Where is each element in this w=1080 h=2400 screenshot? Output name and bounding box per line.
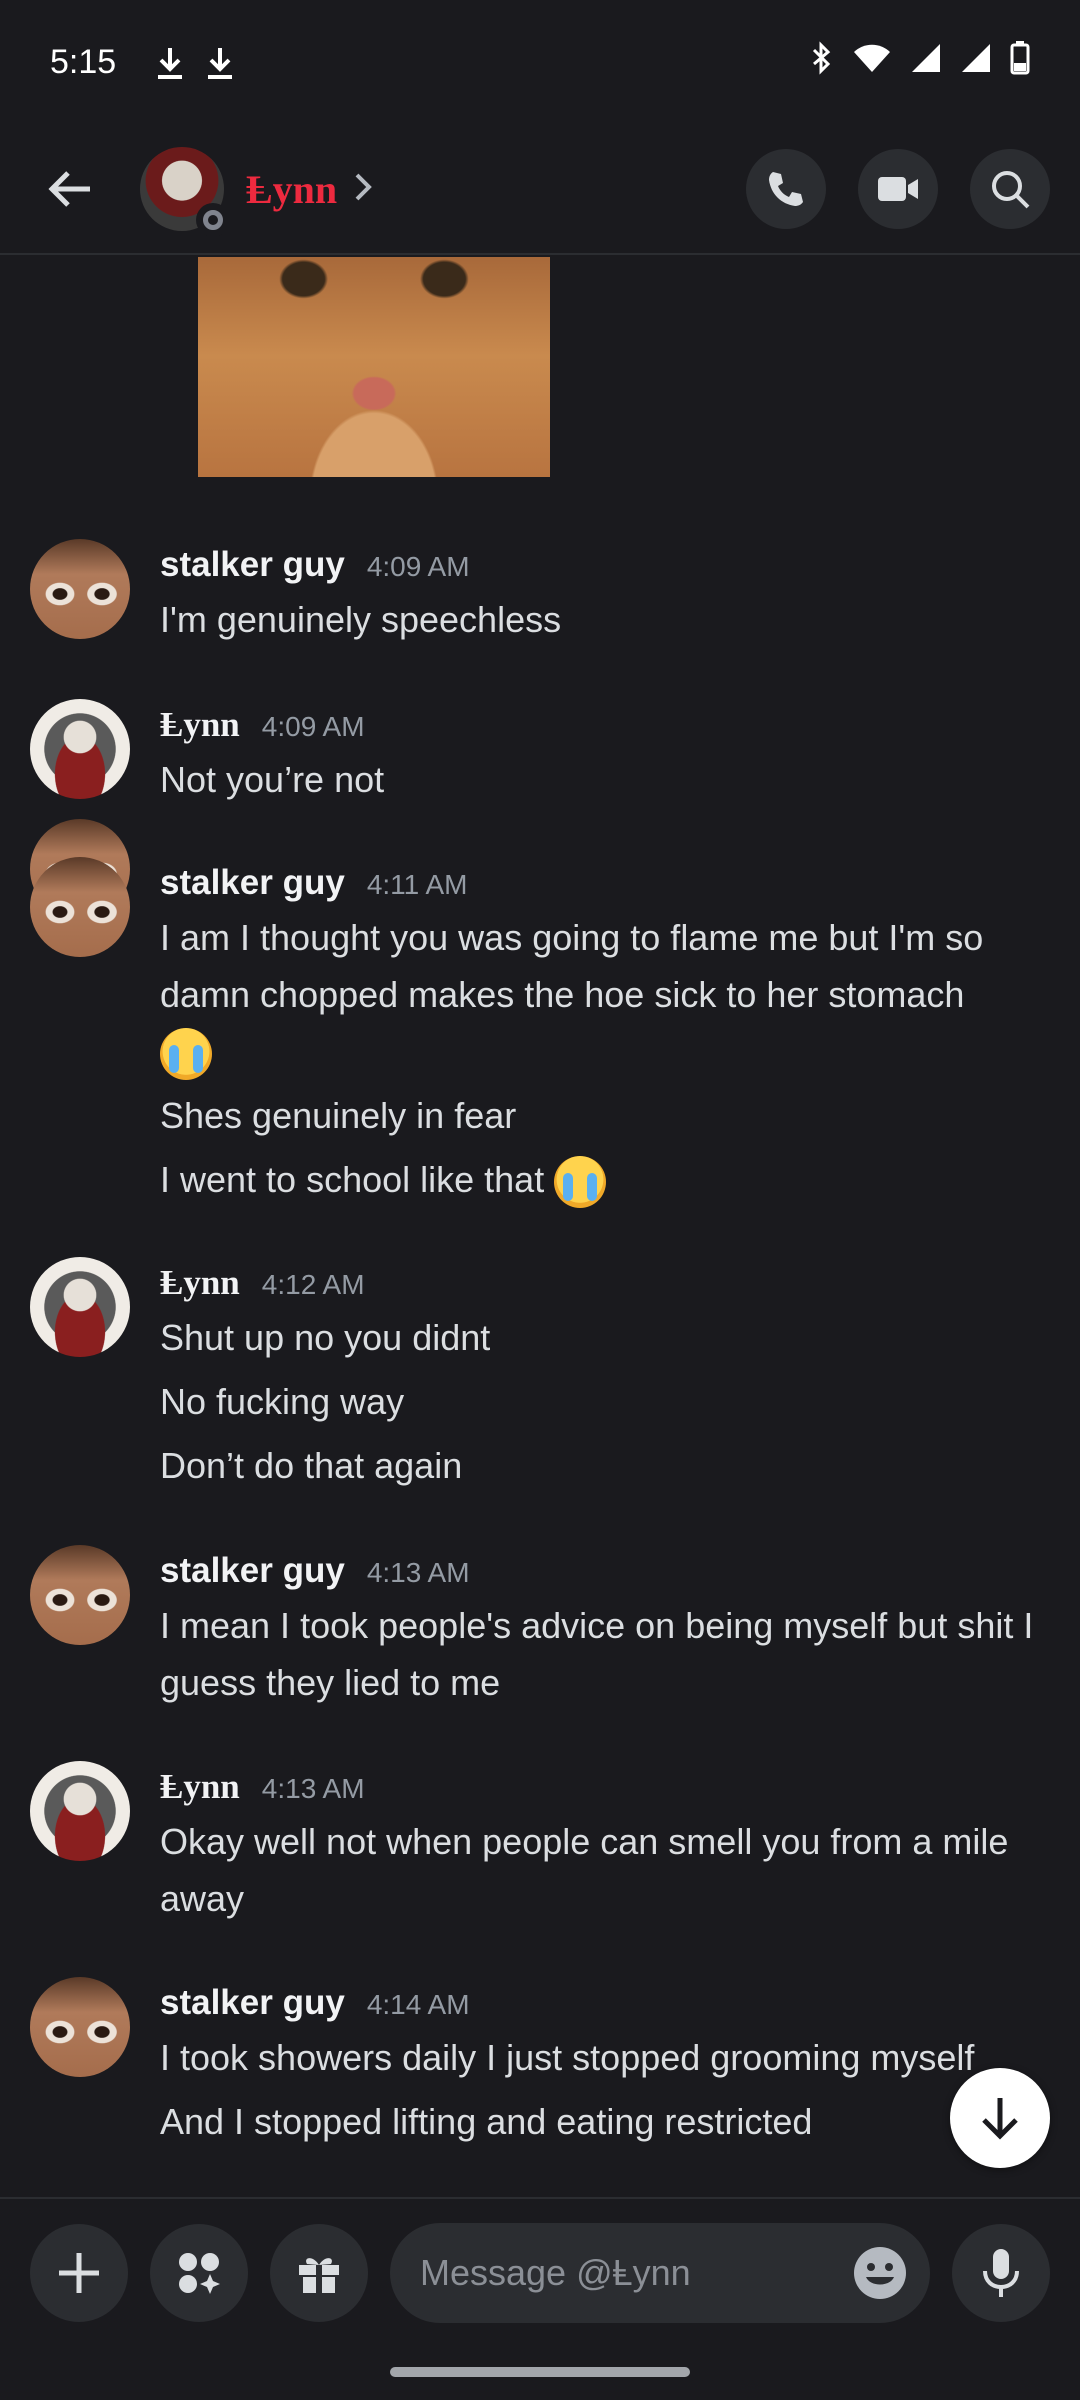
avatar[interactable] <box>30 1257 130 1357</box>
status-time: 5:15 <box>50 43 117 81</box>
message-text: Shut up no you didnt <box>160 1317 491 1358</box>
message-author[interactable]: stalker guy <box>160 1983 345 2023</box>
emoji-picker-button[interactable] <box>830 2223 930 2323</box>
signal-icon <box>960 42 992 83</box>
message-text: I am I thought you was going to flame me… <box>160 909 1040 1081</box>
bluetooth-icon <box>810 40 834 85</box>
voice-message-button[interactable] <box>952 2224 1050 2322</box>
message-list[interactable]: stalker guy 4:09 AM I'm genuinely speech… <box>0 257 1080 2197</box>
avatar[interactable] <box>30 1545 130 1645</box>
avatar[interactable] <box>140 147 230 237</box>
message-text: No fucking way <box>160 1381 405 1422</box>
status-bar: 5:15 <box>0 0 1080 125</box>
voice-call-button[interactable] <box>746 149 826 229</box>
message-author[interactable]: Ⱡynn <box>160 1263 240 1303</box>
recipient-name[interactable]: Ⱡynn <box>246 166 337 213</box>
video-call-button[interactable] <box>858 149 938 229</box>
message-author[interactable]: stalker guy <box>160 863 345 903</box>
avatar[interactable] <box>30 699 130 799</box>
avatar[interactable] <box>30 1761 130 1861</box>
message-timestamp: 4:09 AM <box>366 551 470 582</box>
message-author[interactable]: stalker guy <box>160 545 345 585</box>
message-text: I mean I took people's advice on being m… <box>160 1605 1034 1703</box>
avatar[interactable] <box>30 857 130 957</box>
dm-header: Ⱡynn <box>0 125 1080 255</box>
message-timestamp: 4:09 AM <box>261 711 365 742</box>
download-icon <box>206 46 234 80</box>
message-timestamp: 4:12 AM <box>261 1269 365 1300</box>
message-author[interactable]: stalker guy <box>160 1551 345 1591</box>
message-author[interactable]: Ⱡynn <box>160 1767 240 1807</box>
message-text-span: I am I thought you was going to flame me… <box>160 917 984 1015</box>
battery-icon <box>1010 41 1030 84</box>
gift-button[interactable] <box>270 2224 368 2322</box>
back-button[interactable] <box>30 149 110 229</box>
message-timestamp: 4:14 AM <box>366 1989 470 2020</box>
message-author[interactable]: Ⱡynn <box>160 705 240 745</box>
message-timestamp: 4:13 AM <box>261 1773 365 1804</box>
message-text: I went to school like that <box>160 1151 1040 1209</box>
avatar[interactable] <box>30 539 130 639</box>
apps-button[interactable] <box>150 2224 248 2322</box>
avatar[interactable] <box>30 1977 130 2077</box>
jump-to-present-button[interactable] <box>950 2068 1050 2168</box>
message-input[interactable]: Message @Ⱡynn <box>390 2223 930 2323</box>
message-text: I took showers daily I just stopped groo… <box>160 2037 975 2078</box>
attached-image[interactable] <box>198 257 550 477</box>
signal-icon <box>910 42 942 83</box>
message-text: And I stopped lifting and eating restric… <box>160 2101 813 2142</box>
composer-bar: Message @Ⱡynn <box>0 2197 1080 2347</box>
message-text: Okay well not when people can smell you … <box>160 1821 1009 1919</box>
message-timestamp: 4:11 AM <box>366 869 468 900</box>
loudly-crying-emoji-icon <box>160 1028 212 1081</box>
wifi-icon <box>852 42 892 83</box>
search-button[interactable] <box>970 149 1050 229</box>
message-timestamp: 4:13 AM <box>366 1557 470 1588</box>
message-text-span: I went to school like that <box>160 1159 545 1200</box>
home-indicator[interactable] <box>390 2367 690 2377</box>
message-text: I'm genuinely speechless <box>160 599 562 640</box>
message-input-placeholder: Message @Ⱡynn <box>420 2252 691 2293</box>
loudly-crying-emoji-icon <box>554 1156 607 1209</box>
message-text: Shes genuinely in fear <box>160 1095 517 1136</box>
message-text: Not you’re not <box>160 759 385 800</box>
add-attachment-button[interactable] <box>30 2224 128 2322</box>
download-icon <box>156 46 184 80</box>
message-text: Don’t do that again <box>160 1445 463 1486</box>
chevron-right-icon[interactable] <box>353 171 373 208</box>
offline-status-icon <box>196 203 230 237</box>
